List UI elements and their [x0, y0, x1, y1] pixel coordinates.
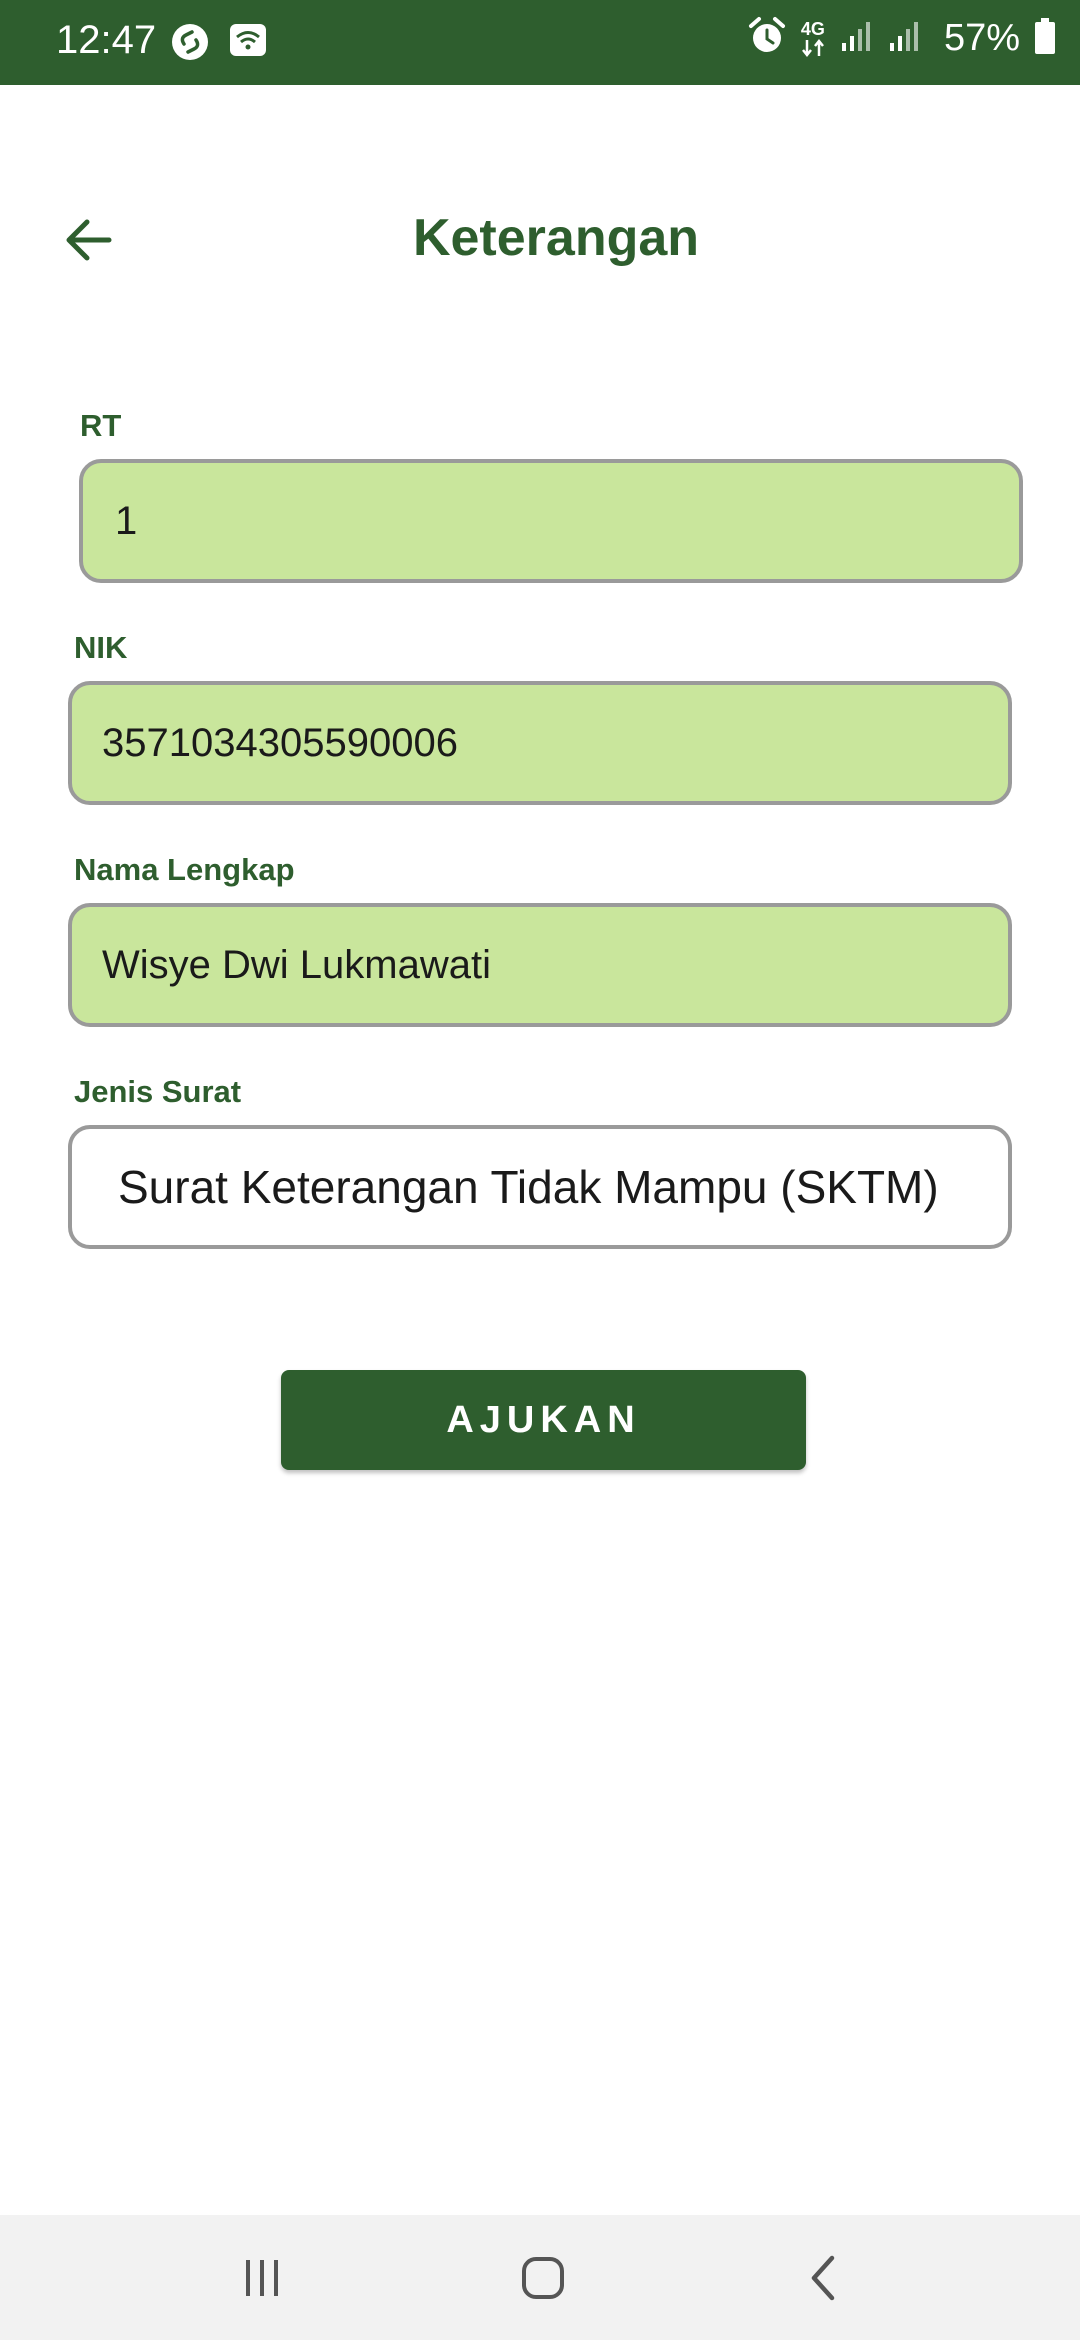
- nama-lengkap-value: Wisye Dwi Lukmawati: [102, 942, 491, 987]
- battery-icon: [1034, 17, 1056, 60]
- nama-lengkap-label: Nama Lengkap: [74, 852, 295, 887]
- network-label: 4G: [800, 18, 825, 39]
- nik-label: NIK: [74, 630, 128, 665]
- rt-field[interactable]: 1: [79, 459, 1023, 583]
- home-icon: [522, 2256, 564, 2299]
- signal-icon: [840, 19, 874, 58]
- status-right-icons: 4G 57%: [748, 16, 1056, 61]
- recent-apps-button[interactable]: [212, 2235, 312, 2320]
- rt-label: RT: [80, 408, 122, 443]
- nama-lengkap-field[interactable]: Wisye Dwi Lukmawati: [68, 903, 1012, 1027]
- home-button[interactable]: [493, 2235, 593, 2320]
- jenis-surat-value: Surat Keterangan Tidak Mampu (SKTM): [118, 1161, 939, 1213]
- nav-back-button[interactable]: [774, 2235, 874, 2320]
- status-left-icons: [170, 22, 268, 67]
- status-time: 12:47: [56, 18, 157, 62]
- jenis-surat-label: Jenis Surat: [74, 1074, 242, 1109]
- ajukan-button[interactable]: AJUKAN: [281, 1370, 806, 1470]
- page-title: Keterangan: [412, 209, 700, 267]
- recent-apps-icon: [246, 2259, 278, 2296]
- nik-value: 3571034305590006: [102, 720, 458, 765]
- signal-icon: [888, 19, 922, 58]
- rt-value: 1: [115, 498, 138, 543]
- jenis-surat-select[interactable]: Surat Keterangan Tidak Mampu (SKTM): [68, 1125, 1012, 1249]
- 4g-data-icon: 4G: [800, 20, 826, 58]
- alarm-icon: [748, 16, 786, 61]
- status-bar: 12:47 4G 57%: [0, 0, 1080, 85]
- navigation-bar: [0, 2215, 1080, 2340]
- battery-percent: 57%: [943, 17, 1020, 59]
- shazam-icon: [170, 22, 210, 67]
- wifi-icon: [228, 22, 268, 67]
- nik-field[interactable]: 3571034305590006: [68, 681, 1012, 805]
- back-icon: [811, 2255, 835, 2300]
